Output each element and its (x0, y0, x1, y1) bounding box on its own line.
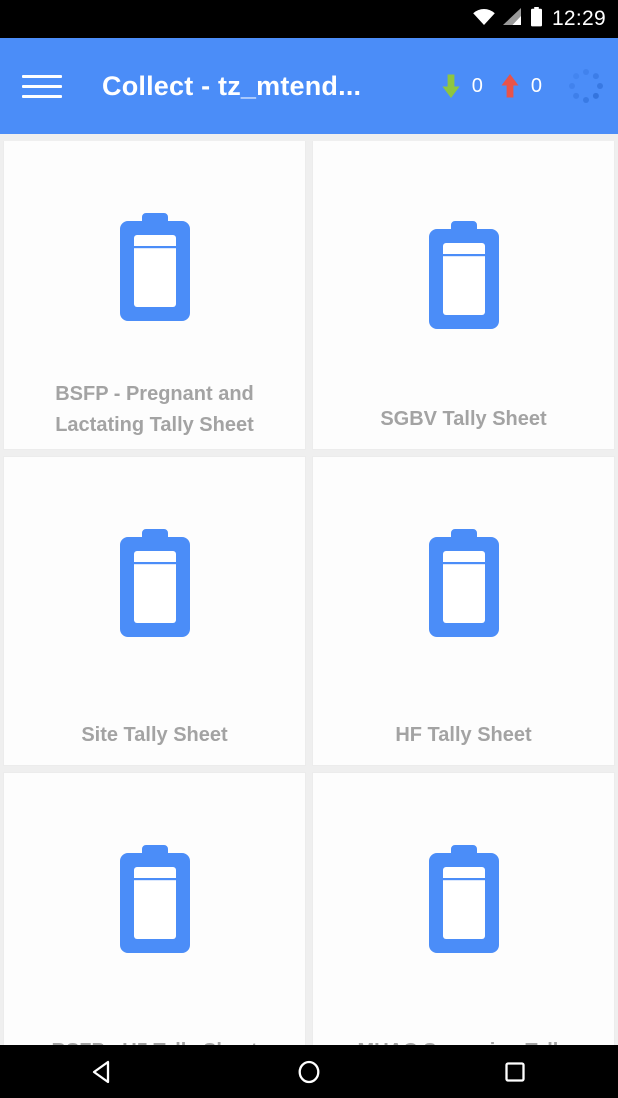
battery-icon (530, 6, 543, 32)
form-card[interactable]: SGBV Tally Sheet (313, 141, 614, 449)
form-card-label: SGBV Tally Sheet (380, 408, 547, 430)
form-card[interactable]: BSFP - U5 Tally Sheet (4, 773, 305, 1045)
form-card[interactable]: BSFP - Pregnant and Lactating Tally Shee… (4, 141, 305, 449)
status-bar: 12:29 (0, 0, 618, 38)
app-toolbar: Collect - tz_mtend... 0 0 (0, 38, 618, 134)
clipboard-icon (112, 843, 198, 953)
form-card-label: BSFP - Pregnant and Lactating Tally Shee… (55, 383, 254, 436)
upload-count: 0 (530, 74, 542, 97)
hamburger-menu-icon[interactable] (22, 74, 80, 98)
page-title: Collect - tz_mtend... (102, 70, 362, 101)
download-count: 0 (471, 74, 483, 97)
loading-spinner-icon (566, 66, 606, 106)
form-card-label: Site Tally Sheet (81, 724, 228, 746)
sync-status-group: 0 0 (440, 66, 618, 106)
clipboard-icon (112, 211, 198, 321)
back-triangle-icon[interactable] (58, 1045, 148, 1098)
wifi-icon (472, 8, 496, 31)
upload-arrow-icon (499, 73, 521, 99)
upload-status[interactable]: 0 (499, 73, 558, 99)
form-card-label: MUAC Screening Tally (313, 1036, 614, 1045)
download-status[interactable]: 0 (440, 73, 499, 99)
clipboard-icon (112, 527, 198, 637)
form-card-label: HF Tally Sheet (395, 724, 532, 746)
home-circle-icon[interactable] (264, 1045, 354, 1098)
recents-square-icon[interactable] (470, 1045, 560, 1098)
clipboard-icon (421, 843, 507, 953)
form-card[interactable]: Site Tally Sheet (4, 457, 305, 765)
form-list-grid: BSFP - Pregnant and Lactating Tally Shee… (0, 141, 618, 1045)
form-card-label: BSFP - U5 Tally Sheet (4, 1036, 305, 1045)
status-bar-clock: 12:29 (551, 7, 606, 30)
cellular-signal-icon (502, 7, 523, 31)
form-card[interactable]: HF Tally Sheet (313, 457, 614, 765)
app-screen: 12:29 Collect - tz_mtend... 0 0 BSFP - P… (0, 0, 618, 1098)
status-bar-icons (472, 6, 543, 32)
clipboard-icon (421, 527, 507, 637)
android-navigation-bar (0, 1045, 618, 1098)
download-arrow-icon (440, 73, 462, 99)
form-card[interactable]: MUAC Screening Tally (313, 773, 614, 1045)
clipboard-icon (421, 219, 507, 329)
